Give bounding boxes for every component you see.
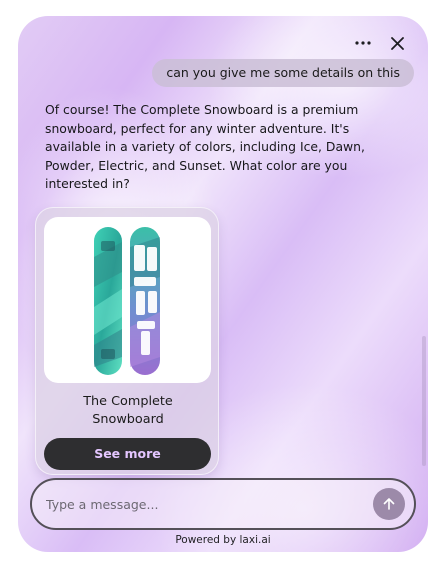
scrollbar[interactable] [422,336,426,466]
message-input[interactable] [46,480,346,528]
message-composer [30,478,416,530]
powered-by-footer: Powered by laxi.ai [175,534,271,546]
arrow-up-icon [383,498,395,510]
product-card: The Complete Snowboard See more [35,207,219,475]
snowboard-image [94,227,160,375]
see-more-button[interactable]: See more [44,438,211,470]
close-icon[interactable] [388,34,406,52]
bot-message: Of course! The Complete Snowboard is a p… [45,102,365,191]
header-actions [354,34,406,52]
product-title: The Complete Snowboard [83,394,173,427]
user-message-bubble: can you give me some details on this [152,59,414,87]
send-button[interactable] [373,488,405,520]
more-options-icon[interactable] [354,34,372,52]
chat-widget: can you give me some details on this Of … [18,16,428,552]
product-image[interactable] [44,217,211,383]
